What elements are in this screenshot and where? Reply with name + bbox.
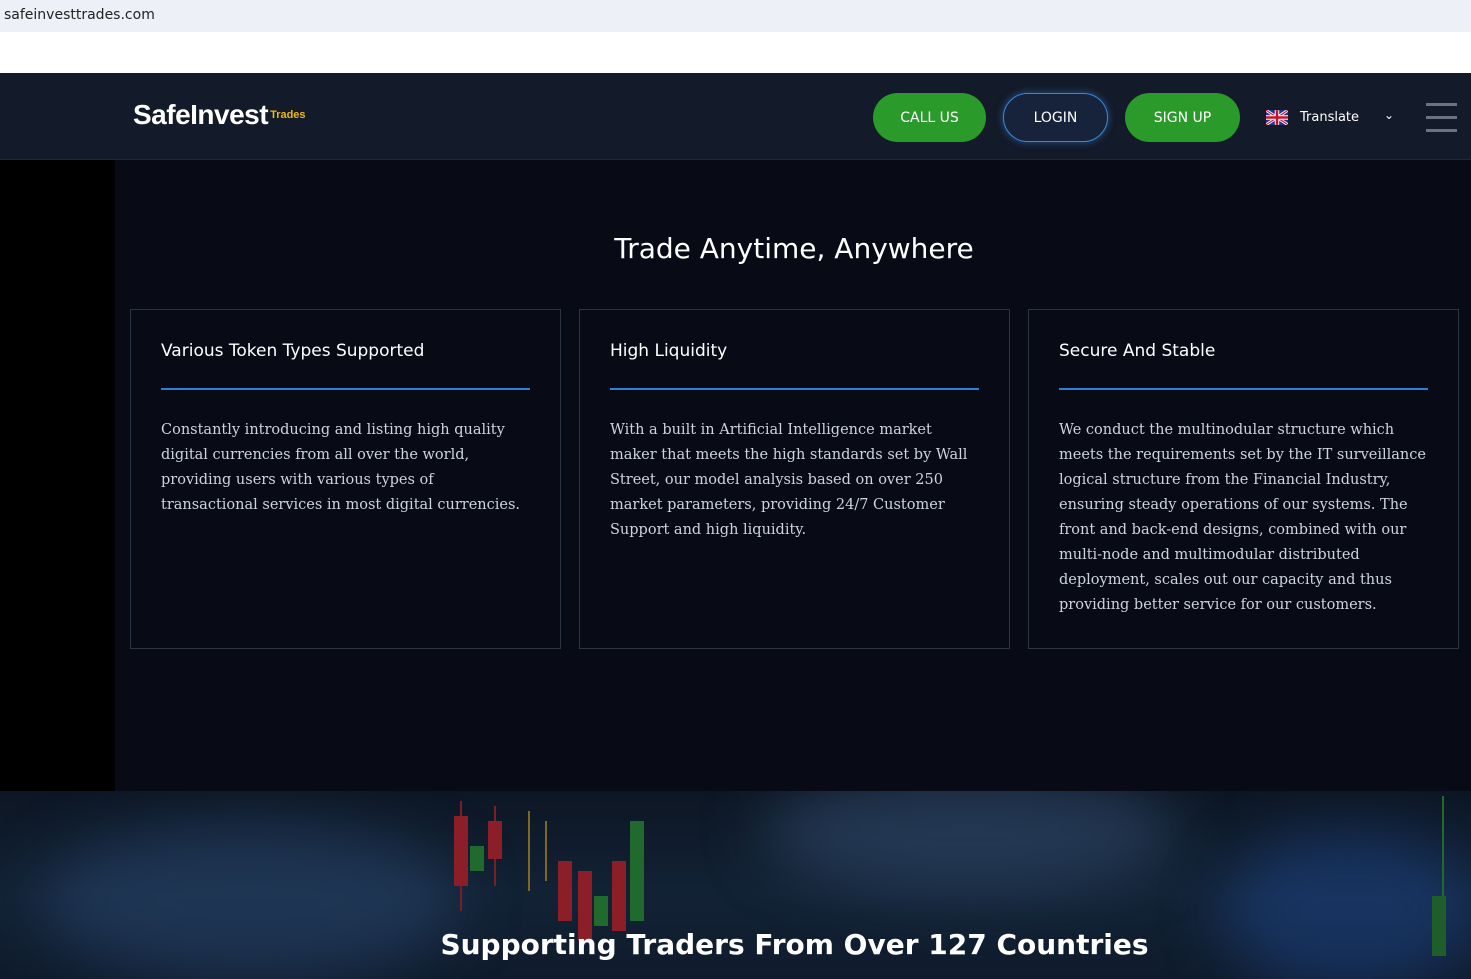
section-title: Trade Anytime, Anywhere bbox=[614, 232, 974, 265]
uk-flag-icon bbox=[1266, 109, 1288, 125]
logo-sub-text: Trades bbox=[270, 109, 306, 121]
card-title: Various Token Types Supported bbox=[161, 341, 425, 361]
feature-card-liquidity: High Liquidity With a built in Artificia… bbox=[579, 309, 1010, 649]
sign-up-button[interactable]: SIGN UP bbox=[1125, 93, 1240, 142]
translate-dropdown[interactable]: Translate ⌄ bbox=[1266, 107, 1400, 127]
site-logo[interactable]: SafeInvest Trades bbox=[133, 99, 306, 131]
chevron-down-icon: ⌄ bbox=[1383, 108, 1394, 122]
address-bar[interactable]: safeinvesttrades.com bbox=[0, 0, 1471, 32]
call-us-button[interactable]: CALL US bbox=[873, 93, 986, 142]
card-divider bbox=[610, 388, 979, 390]
card-divider bbox=[161, 388, 530, 390]
hamburger-icon[interactable] bbox=[1426, 103, 1457, 133]
card-title: Secure And Stable bbox=[1059, 341, 1216, 361]
logo-main-text: SafeInvest bbox=[133, 99, 269, 130]
left-black-band bbox=[0, 160, 115, 791]
card-divider bbox=[1059, 388, 1428, 390]
feature-card-tokens: Various Token Types Supported Constantly… bbox=[130, 309, 561, 649]
login-button[interactable]: LOGIN bbox=[1003, 93, 1108, 142]
countries-title: Supporting Traders From Over 127 Countri… bbox=[440, 928, 1149, 961]
card-text: Constantly introducing and listing high … bbox=[161, 422, 521, 513]
url-text: safeinvesttrades.com bbox=[4, 7, 155, 23]
features-section: Trade Anytime, Anywhere Various Token Ty… bbox=[115, 160, 1471, 791]
card-text: With a built in Artificial Intelligence … bbox=[610, 422, 968, 538]
browser-spacer bbox=[0, 32, 1471, 73]
card-text: We conduct the multinodular structure wh… bbox=[1059, 422, 1426, 613]
top-navbar: SafeInvest Trades CALL US LOGIN SIGN UP T… bbox=[0, 73, 1471, 160]
translate-label: Translate bbox=[1300, 109, 1360, 125]
card-title: High Liquidity bbox=[610, 341, 728, 361]
feature-card-secure: Secure And Stable We conduct the multino… bbox=[1028, 309, 1459, 649]
countries-section: Supporting Traders From Over 127 Countri… bbox=[0, 791, 1471, 979]
